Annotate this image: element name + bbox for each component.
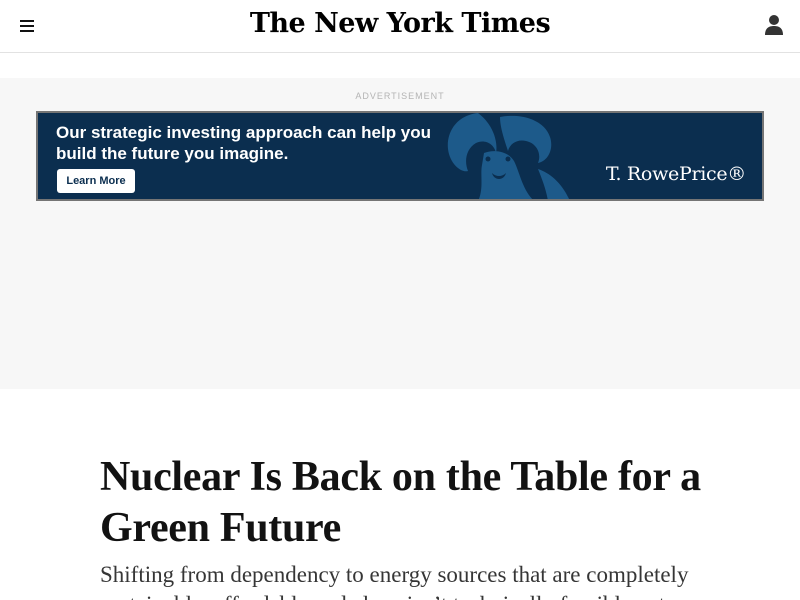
article-headline: Nuclear Is Back on the Table for a Green…: [100, 454, 701, 551]
advertisement-area: ADVERTISEMENT Our strategic investing ap…: [0, 78, 800, 389]
user-account-icon[interactable]: [764, 14, 784, 36]
site-header: The New York Times: [0, 0, 800, 53]
article-summary: Shifting from dependency to energy sourc…: [100, 562, 689, 600]
site-logo[interactable]: The New York Times: [0, 8, 800, 39]
ad-headline: Our strategic investing approach can hel…: [56, 123, 432, 163]
ad-banner[interactable]: Our strategic investing approach can hel…: [36, 111, 764, 201]
advertisement-label: ADVERTISEMENT: [355, 91, 445, 101]
learn-more-button[interactable]: Learn More: [57, 169, 135, 193]
bighorn-ram-icon: [447, 113, 570, 199]
ad-brand-logo: T. RowePrice®: [605, 163, 746, 185]
